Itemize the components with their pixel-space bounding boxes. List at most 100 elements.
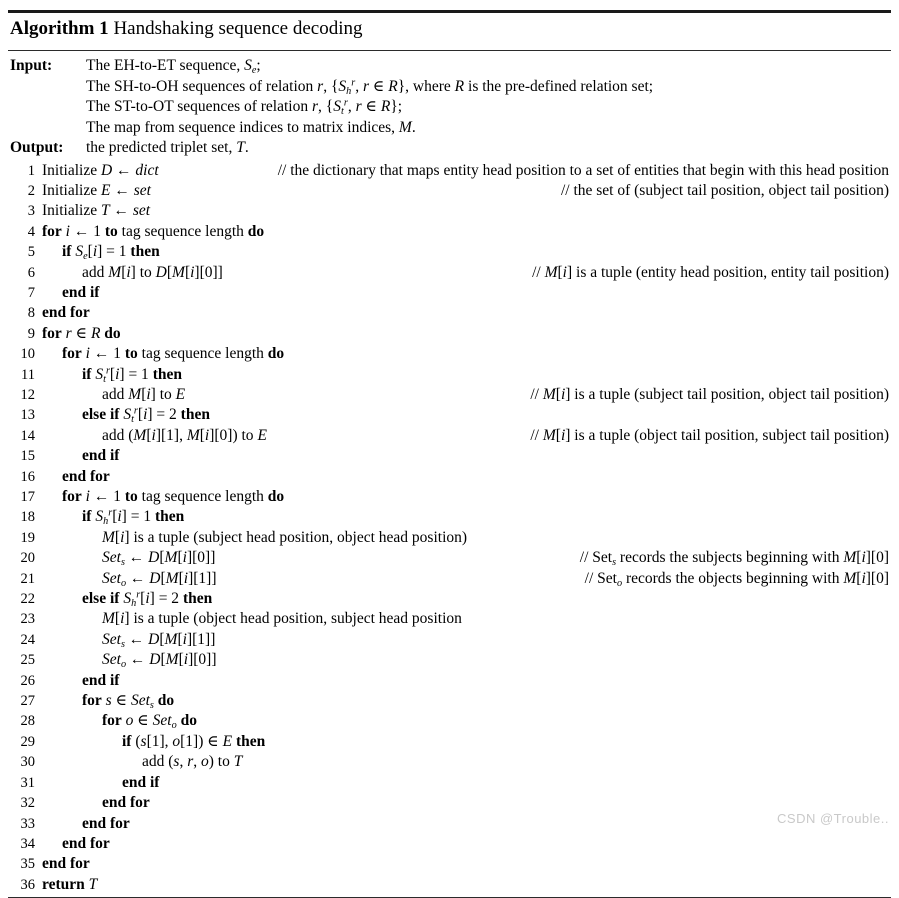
line-number: 15 [20,448,36,465]
algorithm-line: 17 for i ← 1 to tag sequence length do [8,487,891,507]
line-number: 29 [20,733,36,750]
line-code: for s ∈ Sets do [82,692,175,711]
line-body: if Shr[i] = 1 then [42,507,891,527]
line-number: 30 [20,754,36,771]
algorithm-line: 24 Sets ← D[M[i][1]] [8,630,891,650]
line-body: Seto ← D[M[i][1]] // Seto records the ob… [42,569,891,589]
line-code: end if [62,283,100,301]
line-body: for i ← 1 to tag sequence length do [42,222,891,242]
input-row-1: Input: The EH-to-ET sequence, Se; [8,56,891,77]
algorithm-line: 2 Initialize E ← set // the set of (subj… [8,181,891,201]
output-row: Output: the predicted triplet set, T. [8,138,891,159]
algorithm-line: 1 Initialize D ← dict // the dictionary … [8,161,891,181]
line-code: Initialize E ← set [42,181,151,199]
io-block: Input: The EH-to-ET sequence, Se; The SH… [8,51,891,159]
line-code: else if Shr[i] = 2 then [82,589,213,609]
line-comment: // the dictionary that maps entity head … [277,161,889,179]
algorithm-line: 14 add (M[i][1], M[i][0]) to E // M[i] i… [8,426,891,446]
line-body: M[i] is a tuple (subject head position, … [42,528,891,548]
csdn-watermark: CSDN @Trouble.. [777,811,889,826]
line-number: 21 [20,570,36,587]
line-code: if (s[1], o[1]) ∈ E then [122,732,266,750]
line-code: add M[i] to E [102,385,186,403]
input-line-3: The ST-to-OT sequences of relation r, {S… [86,97,403,117]
algorithm-line: 9 for r ∈ R do [8,324,891,344]
line-body: else if Shr[i] = 2 then [42,589,891,609]
line-code: if Str[i] = 1 then [82,365,182,385]
algorithm-line: 33 end for [8,814,891,834]
output-label: Output: [10,139,64,156]
line-code: end if [82,671,120,689]
algorithm-line: 8 end for [8,303,891,323]
line-number: 9 [27,325,35,342]
line-number: 6 [27,264,35,281]
line-code: Seto ← D[M[i][1]] [102,569,217,589]
line-number: 36 [20,876,36,893]
line-number: 22 [20,591,36,608]
line-number: 34 [20,835,36,852]
line-number: 19 [20,529,36,546]
line-number: 17 [20,489,36,505]
line-number: 4 [27,223,35,240]
line-body: end if [42,671,891,691]
line-number: 20 [20,550,36,567]
line-body: end for [42,467,891,487]
line-body: for r ∈ R do [42,324,891,344]
input-line-2: The SH-to-OH sequences of relation r, {S… [86,77,654,97]
line-body: end for [42,303,891,323]
line-code: if Se[i] = 1 then [62,243,160,262]
line-body: else if Str[i] = 2 then [42,405,891,425]
line-code: end if [82,447,120,465]
line-code: end for [62,834,110,852]
algorithm-line: 25 Seto ← D[M[i][0]] [8,650,891,670]
algorithm-line: 10 for i ← 1 to tag sequence length do [8,344,891,364]
line-number: 23 [20,611,36,628]
algorithm-line: 4 for i ← 1 to tag sequence length do [8,222,891,242]
algorithm-line: 30 add (s, r, o) to T [8,752,891,772]
line-code: Initialize D ← dict [42,161,159,179]
line-number: 3 [27,203,35,220]
line-comment: // Seto records the objects beginning wi… [584,569,889,589]
line-body: add (M[i][1], M[i][0]) to E // M[i] is a… [42,426,891,446]
algorithm-line: 16 end for [8,467,891,487]
line-body: M[i] is a tuple (object head position, s… [42,609,891,629]
line-number: 14 [20,427,36,444]
line-body: add M[i] to E // M[i] is a tuple (subjec… [42,385,891,405]
algorithm-line: 6 add M[i] to D[M[i][0]] // M[i] is a tu… [8,263,891,283]
line-number: 24 [20,631,36,648]
algorithm-line: 31 end if [8,773,891,793]
algorithm-line: 7 end if [8,283,891,303]
algorithm-line: 22 else if Shr[i] = 2 then [8,589,891,609]
line-body: for s ∈ Sets do [42,691,891,711]
algorithm-caption: Handshaking sequence decoding [113,18,363,39]
line-code: Initialize T ← set [42,202,151,220]
algorithm-line: 15 end if [8,446,891,466]
line-body: end if [42,773,891,793]
line-number: 2 [27,182,35,199]
algorithm-line: 11 if Str[i] = 1 then [8,365,891,385]
line-number: 5 [27,244,35,261]
input-row-4: The map from sequence indices to matrix … [8,118,891,139]
algorithm-line: 32 end for [8,793,891,813]
line-body: end for [42,814,891,834]
algorithm-line: 23 M[i] is a tuple (object head position… [8,609,891,629]
input-label-spacer [8,77,86,98]
algorithm-lines: 1 Initialize D ← dict // the dictionary … [8,159,891,896]
line-number: 26 [20,672,36,689]
line-body: end if [42,446,891,466]
line-code: end for [82,814,130,832]
line-comment: // M[i] is a tuple (subject tail positio… [530,385,889,403]
line-body: if (s[1], o[1]) ∈ E then [42,732,891,752]
line-body: end for [42,793,891,813]
line-comment: // M[i] is a tuple (object tail position… [530,426,889,444]
algorithm-line: 19 M[i] is a tuple (subject head positio… [8,528,891,548]
line-code: for o ∈ Seto do [102,712,197,732]
algorithm-line: 3 Initialize T ← set [8,201,891,221]
line-number: 10 [20,346,36,363]
line-body: for i ← 1 to tag sequence length do [42,344,891,364]
line-code: for i ← 1 to tag sequence length do [62,488,285,505]
line-number: 31 [20,774,36,791]
line-code: M[i] is a tuple (subject head position, … [102,528,468,546]
algorithm-line: 18 if Shr[i] = 1 then [8,507,891,527]
line-code: for r ∈ R do [42,324,121,342]
